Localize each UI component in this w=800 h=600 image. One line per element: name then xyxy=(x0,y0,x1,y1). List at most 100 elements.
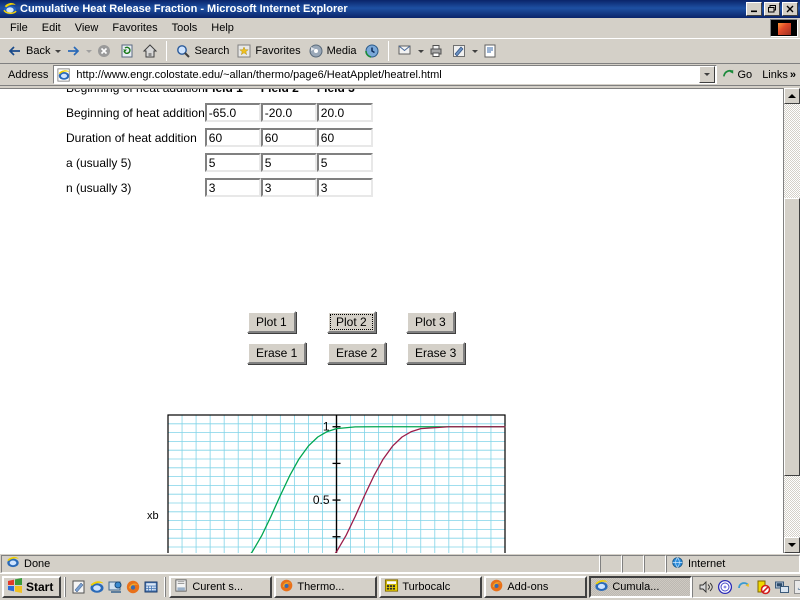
chart-ylabel: xb xyxy=(147,510,159,522)
windows-logo-icon xyxy=(7,578,23,596)
scrollbar-track[interactable] xyxy=(784,104,800,537)
column-header-field-1: Field 1 xyxy=(205,89,243,95)
edit-dropdown-icon[interactable] xyxy=(471,49,478,53)
quicklaunch-ie-icon[interactable] xyxy=(89,579,105,595)
address-input[interactable]: http://www.engr.colostate.edu/~allan/the… xyxy=(53,65,717,84)
taskbar-item-label: Add-ons xyxy=(507,581,549,593)
windows-flag-logo-icon xyxy=(770,19,798,37)
beginning-field-3-input[interactable] xyxy=(316,103,373,122)
links-label: Links xyxy=(762,68,788,81)
plot-3-button[interactable]: Plot 3 xyxy=(406,311,455,333)
document-icon xyxy=(174,578,189,596)
calculator-icon xyxy=(384,578,399,596)
taskbar-item-cumula[interactable]: Cumula... xyxy=(589,576,693,598)
browser-toolbar: Back Search Favorites Media xyxy=(0,38,800,64)
n-field-2-input[interactable] xyxy=(260,178,317,197)
a-field-2-input[interactable] xyxy=(260,153,317,172)
taskbar-item-label: Turbocalc xyxy=(402,581,451,593)
back-dropdown-icon[interactable] xyxy=(55,49,62,53)
window-title: Cumulative Heat Release Fraction - Micro… xyxy=(20,3,348,15)
quicklaunch-notepad-icon[interactable] xyxy=(71,579,87,595)
mail-dropdown-icon[interactable] xyxy=(417,49,424,53)
sync-icon[interactable] xyxy=(736,579,752,595)
links-chevron-icon[interactable]: » xyxy=(790,69,796,81)
favorites-button[interactable]: Favorites xyxy=(233,40,303,62)
beginning-field-2-input[interactable] xyxy=(260,103,317,122)
minimize-button[interactable] xyxy=(746,2,762,16)
taskbar-item-label: Curent s... xyxy=(192,581,244,593)
taskbar-grip[interactable] xyxy=(64,577,67,597)
plot-2-button[interactable]: Plot 2 xyxy=(327,311,376,333)
taskbar-item-add-ons[interactable]: Add-ons xyxy=(484,576,588,598)
go-button[interactable]: Go xyxy=(717,67,759,82)
address-page-icon xyxy=(55,67,73,82)
n-field-3-input[interactable] xyxy=(316,178,373,197)
duration-field-1-input[interactable] xyxy=(204,128,261,147)
page-content-area: Beginning of heat addition Field 1 Field… xyxy=(0,88,800,553)
forward-dropdown-icon[interactable] xyxy=(86,49,93,53)
chart-ytick-label: 0.5 xyxy=(313,493,330,507)
home-button[interactable] xyxy=(139,40,161,62)
table-row: a (usually 5) xyxy=(66,150,373,175)
links-button[interactable]: Links » xyxy=(758,69,798,81)
n-field-1-input[interactable] xyxy=(204,178,261,197)
print-button[interactable] xyxy=(425,40,447,62)
back-button[interactable]: Back xyxy=(4,40,53,62)
status-panel-b xyxy=(622,554,644,573)
volume-icon[interactable] xyxy=(698,579,714,595)
status-panel-c xyxy=(644,554,666,573)
table-row-cutoff: Beginning of heat addition Field 1 Field… xyxy=(66,89,373,100)
beginning-field-1-input[interactable] xyxy=(204,103,261,122)
a-field-3-input[interactable] xyxy=(316,153,373,172)
menu-tools[interactable]: Tools xyxy=(165,20,205,36)
erase-1-button[interactable]: Erase 1 xyxy=(247,342,307,364)
forward-button[interactable] xyxy=(62,40,84,62)
start-button[interactable]: Start xyxy=(2,576,62,598)
close-button[interactable] xyxy=(782,2,798,16)
quicklaunch-show-desktop-icon[interactable] xyxy=(107,579,123,595)
quicklaunch-calculator-icon[interactable] xyxy=(143,579,159,595)
menu-edit[interactable]: Edit xyxy=(35,20,68,36)
taskbar-item-curent-s[interactable]: Curent s... xyxy=(169,576,273,598)
discuss-button[interactable] xyxy=(479,40,501,62)
refresh-button[interactable] xyxy=(116,40,138,62)
search-button[interactable]: Search xyxy=(172,40,232,62)
page-vertical-scrollbar[interactable] xyxy=(783,88,800,553)
taskbar-grip-2[interactable] xyxy=(164,577,167,597)
history-button[interactable] xyxy=(361,40,383,62)
mail-button[interactable] xyxy=(394,40,416,62)
address-dropdown-button[interactable] xyxy=(698,66,715,83)
menu-view[interactable]: View xyxy=(68,20,106,36)
row-label-a: a (usually 5) xyxy=(66,155,132,170)
scrollbar-thumb[interactable] xyxy=(784,198,800,476)
menu-file[interactable]: File xyxy=(3,20,35,36)
start-label: Start xyxy=(26,580,54,594)
scroll-down-button[interactable] xyxy=(784,537,800,553)
power-warning-icon[interactable] xyxy=(755,579,771,595)
taskbar-item-thermo[interactable]: Thermo... xyxy=(274,576,378,598)
favorites-label: Favorites xyxy=(255,45,301,57)
cd-drive-icon[interactable] xyxy=(717,579,733,595)
plot-1-button[interactable]: Plot 1 xyxy=(247,311,296,333)
taskbar-item-turbocalc[interactable]: Turbocalc xyxy=(379,576,483,598)
duration-field-3-input[interactable] xyxy=(316,128,373,147)
quicklaunch-firefox-icon[interactable] xyxy=(125,579,141,595)
scroll-up-button[interactable] xyxy=(784,88,800,104)
edit-button[interactable] xyxy=(448,40,470,62)
network-icon[interactable] xyxy=(774,579,790,595)
a-field-1-input[interactable] xyxy=(204,153,261,172)
menu-favorites[interactable]: Favorites xyxy=(105,20,164,36)
media-button[interactable]: Media xyxy=(305,40,360,62)
java-icon[interactable] xyxy=(793,579,800,595)
erase-3-button[interactable]: Erase 3 xyxy=(406,342,466,364)
window-titlebar[interactable]: Cumulative Heat Release Fraction - Micro… xyxy=(0,0,800,18)
address-bar: Address http://www.engr.colostate.edu/~a… xyxy=(0,64,800,86)
toolbar-separator xyxy=(166,41,168,61)
stop-button[interactable] xyxy=(93,40,115,62)
menu-help[interactable]: Help xyxy=(204,20,241,36)
column-header-1-cell: Field 1 xyxy=(205,89,261,100)
duration-field-2-input[interactable] xyxy=(260,128,317,147)
row-label-duration: Duration of heat addition xyxy=(66,130,197,145)
erase-2-button[interactable]: Erase 2 xyxy=(327,342,387,364)
restore-button[interactable] xyxy=(764,2,780,16)
